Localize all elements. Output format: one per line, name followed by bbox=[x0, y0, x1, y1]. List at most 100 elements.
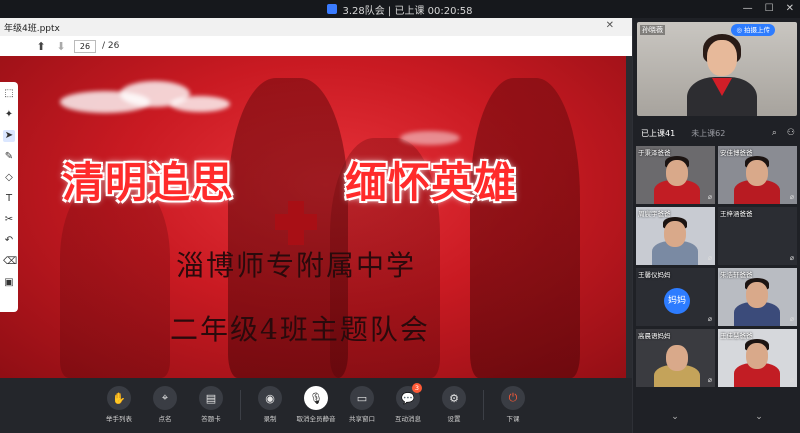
student-face bbox=[746, 282, 768, 308]
student-name: 于秉泽爸爸 bbox=[638, 149, 671, 157]
pointer-icon[interactable]: ✦ bbox=[3, 109, 15, 121]
meeting-icon bbox=[327, 4, 338, 14]
record-label: 录制 bbox=[263, 415, 277, 423]
annotation-tool-rail: ⬚ ✦ ➤ ✎ ◇ T ✂ ↶ ⌫ ▣ bbox=[0, 82, 18, 312]
end-class-button[interactable]: ⏻ 下课 bbox=[490, 386, 536, 423]
mic-muted-icon: ⌀ bbox=[707, 254, 712, 262]
cloud bbox=[400, 131, 460, 145]
student-tile[interactable]: 安佳博爸爸 ⌀ bbox=[718, 146, 797, 204]
minimize-icon[interactable]: — bbox=[743, 3, 753, 14]
search-icon[interactable]: ⌕ bbox=[772, 128, 777, 138]
slide-canvas[interactable]: 清明追思 缅怀英雄 淄博师专附属中学 二年级4班主题队会 bbox=[0, 56, 626, 378]
photo-upload-button[interactable]: ◎ 拍摄上传 bbox=[731, 24, 775, 36]
document-filename: 年级4班.pptx bbox=[4, 23, 60, 34]
interactive-messages-label: 互动消息 bbox=[395, 415, 421, 423]
slide-headline-left: 清明追思 bbox=[62, 159, 235, 206]
student-name: 高晨语妈妈 bbox=[638, 332, 671, 340]
shapes-icon[interactable]: ◇ bbox=[3, 172, 15, 184]
gear-icon: ⚙ bbox=[442, 386, 466, 410]
end-class-label: 下课 bbox=[506, 415, 520, 423]
chevron-down-icon[interactable]: ⌄ bbox=[671, 412, 679, 426]
record-icon: ◉ bbox=[258, 386, 282, 410]
location-pin-icon: ⌖ bbox=[153, 386, 177, 410]
student-tile[interactable]: 于秉泽爸爸 ⌀ bbox=[636, 146, 715, 204]
student-tile[interactable]: 王梓涵爸爸 ⌀ bbox=[718, 207, 797, 265]
previous-page-icon[interactable]: ⬆ bbox=[34, 39, 48, 53]
share-window-label: 共享窗口 bbox=[349, 415, 375, 423]
classroom-window: 3.28队会 | 已上课 00:20:58 — ☐ ✕ 年级4班.pptx ✕ … bbox=[0, 0, 800, 433]
student-tile[interactable]: 王佳慧爸爸 ⌀ bbox=[718, 329, 797, 387]
maximize-icon[interactable]: ☐ bbox=[765, 3, 774, 14]
hand-icon: ✋ bbox=[107, 386, 131, 410]
mic-unmute-icon: 🎙 bbox=[304, 386, 328, 410]
grid-pagination: ⌄ ⌄ bbox=[633, 412, 800, 426]
cursor-icon[interactable]: ➤ bbox=[3, 130, 15, 142]
raise-hand-list-label: 举手列表 bbox=[106, 415, 132, 423]
main-area: 年级4班.pptx ✕ ⬆ ⬇ 26 / 26 清明追思 缅怀英雄 淄博师专附属… bbox=[0, 18, 632, 433]
mic-muted-icon: ⌀ bbox=[789, 254, 794, 262]
unmute-all-button[interactable]: 🎙 取消全员静音 bbox=[293, 386, 339, 423]
window-titlebar: 3.28队会 | 已上课 00:20:58 — ☐ ✕ bbox=[0, 0, 800, 18]
answer-card-button[interactable]: ▤ 答题卡 bbox=[188, 386, 234, 423]
unmute-all-label: 取消全员静音 bbox=[296, 415, 336, 423]
share-window-button[interactable]: ▭ 共享窗口 bbox=[339, 386, 385, 423]
scissors-icon[interactable]: ✂ bbox=[3, 214, 15, 226]
tab-not-attended[interactable]: 未上课62 bbox=[691, 128, 725, 139]
selection-icon[interactable]: ⬚ bbox=[3, 88, 15, 100]
student-tile[interactable]: 高晨语妈妈 ⌀ bbox=[636, 329, 715, 387]
eraser-icon[interactable]: ⌫ bbox=[3, 256, 17, 268]
document-tab[interactable]: 年级4班.pptx ✕ bbox=[0, 18, 632, 36]
pen-icon[interactable]: ✎ bbox=[3, 151, 15, 163]
tab-attended[interactable]: 已上课41 bbox=[641, 128, 675, 139]
roll-call-button[interactable]: ⌖ 点名 bbox=[142, 386, 188, 423]
bottom-toolbar: ✋ 举手列表 ⌖ 点名 ▤ 答题卡 ◉ 录制 🎙 取消全员静音 ▭ 共享窗口 💬… bbox=[0, 378, 632, 433]
text-icon[interactable]: T bbox=[3, 193, 15, 205]
close-document-icon[interactable]: ✕ bbox=[606, 20, 614, 31]
window-title: 3.28队会 | 已上课 00:20:58 bbox=[342, 5, 473, 17]
panel-actions: ⌕ ⚇ bbox=[772, 128, 795, 138]
document-toolbar: 年级4班.pptx ✕ ⬆ ⬇ 26 / 26 bbox=[0, 18, 632, 56]
user-avatar: 妈妈 bbox=[664, 288, 690, 314]
cloud bbox=[170, 96, 230, 112]
interactive-messages-button[interactable]: 💬 3 互动消息 bbox=[385, 383, 431, 423]
student-tile[interactable]: 周宸宇爸爸 ⌀ bbox=[636, 207, 715, 265]
student-name: 王梓涵爸爸 bbox=[720, 210, 753, 218]
next-page-icon[interactable]: ⬇ bbox=[54, 39, 68, 53]
settings-label: 设置 bbox=[447, 415, 461, 423]
student-face bbox=[666, 345, 688, 371]
student-name: 王佳慧爸爸 bbox=[720, 332, 753, 340]
message-count-badge: 3 bbox=[412, 383, 422, 393]
roll-call-label: 点名 bbox=[158, 415, 172, 423]
toolbox-icon[interactable]: ▣ bbox=[3, 277, 15, 289]
photo-upload-label: 拍摄上传 bbox=[744, 26, 770, 34]
close-icon[interactable]: ✕ bbox=[786, 3, 794, 14]
teacher-name: 孙晓薇 bbox=[640, 25, 665, 35]
raise-hand-list-button[interactable]: ✋ 举手列表 bbox=[96, 386, 142, 423]
participants-panel: 孙晓薇 ◎ 拍摄上传 已上课41 未上课62 ⌕ ⚇ 于秉泽爸爸 ⌀ 安佳博爸爸… bbox=[632, 18, 800, 433]
user-icon[interactable]: ⚇ bbox=[787, 128, 795, 138]
red-cross-horizontal bbox=[275, 214, 317, 230]
power-icon: ⏻ bbox=[501, 386, 525, 410]
page-total: / 26 bbox=[102, 41, 120, 51]
teacher-video[interactable]: 孙晓薇 ◎ 拍摄上传 bbox=[637, 22, 797, 116]
mic-muted-icon: ⌀ bbox=[789, 193, 794, 201]
student-tile[interactable]: 朱浩轩爸爸 ⌀ bbox=[718, 268, 797, 326]
record-button[interactable]: ◉ 录制 bbox=[247, 386, 293, 423]
undo-icon[interactable]: ↶ bbox=[3, 235, 15, 247]
attendance-tabs: 已上课41 未上课62 ⌕ ⚇ bbox=[633, 124, 800, 142]
mic-muted-icon: ⌀ bbox=[789, 315, 794, 323]
slide-headline-right: 缅怀英雄 bbox=[345, 159, 518, 206]
mic-muted-icon: ⌀ bbox=[707, 376, 712, 384]
answer-card-label: 答题卡 bbox=[201, 415, 221, 423]
camera-icon: ◎ bbox=[736, 26, 742, 34]
chevron-down-icon[interactable]: ⌄ bbox=[755, 412, 763, 426]
settings-button[interactable]: ⚙ 设置 bbox=[431, 386, 477, 423]
toolbar-divider bbox=[483, 390, 484, 420]
student-tile[interactable]: 妈妈 王馨仪妈妈 ⌀ bbox=[636, 268, 715, 326]
student-face bbox=[664, 221, 686, 247]
student-face bbox=[746, 343, 768, 369]
page-number-input[interactable]: 26 bbox=[74, 39, 96, 53]
background-figure bbox=[470, 78, 580, 378]
mic-muted-icon: ⌀ bbox=[789, 376, 794, 384]
toolbar-divider bbox=[240, 390, 241, 420]
